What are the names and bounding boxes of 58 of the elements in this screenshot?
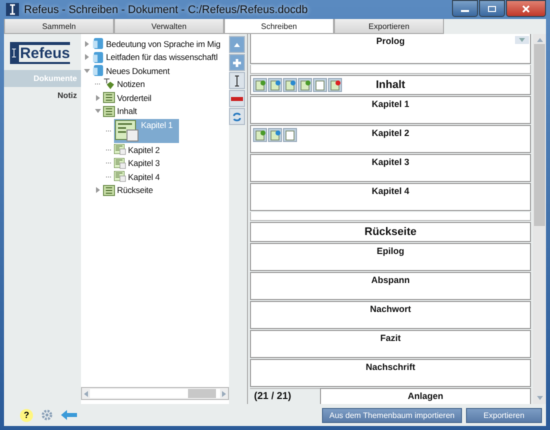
page-counter: (21 / 21) (250, 388, 320, 404)
part-title: Nachschrift (366, 361, 416, 374)
sidebar-item[interactable]: Notiz (4, 87, 81, 104)
tree-item[interactable]: Neues Dokument (92, 64, 172, 78)
section-header[interactable]: Inhalt (250, 75, 531, 95)
part-title: Anlagen (408, 390, 444, 403)
part-title: Fazit (380, 332, 401, 345)
tree-item[interactable]: Kapitel 3 (114, 158, 162, 169)
tree-label: Neues Dokument (106, 66, 170, 76)
document-part[interactable]: Anlagen (320, 388, 531, 404)
part-title: Nachwort (370, 303, 411, 316)
tree-label: Kapitel 3 (128, 158, 160, 168)
tree-label: Rückseite (117, 185, 153, 196)
tree-item[interactable]: Notizen (103, 78, 147, 90)
tree-item[interactable]: Rückseite (103, 184, 155, 196)
part-title: Kapitel 2 (372, 127, 410, 140)
document-part[interactable]: Kapitel 2 (250, 125, 531, 153)
tree-label: Notizen (117, 79, 145, 90)
tree-label: Kapitel 4 (128, 172, 160, 182)
document-part[interactable]: Kapitel 3 (250, 154, 531, 182)
tree-label: Leitfaden für das wissenschaftl (106, 52, 218, 62)
part-title: Kapitel 3 (372, 156, 410, 169)
tree-label: Kapitel 2 (128, 144, 160, 155)
tab[interactable]: Verwalten (114, 19, 224, 34)
tree-item[interactable]: Vorderteil (103, 92, 154, 104)
tree-label: Kapitel 1 (141, 120, 173, 130)
part-title: Kapitel 4 (372, 185, 410, 198)
tree-item[interactable]: Bedeutung von Sprache im Mig (92, 37, 222, 50)
help-button[interactable]: ? (20, 408, 33, 422)
window-title: Refeus - Schreiben - Dokument - C:/Refeus/Refeus.docdb (24, 4, 308, 16)
document-part[interactable]: Fazit (250, 330, 531, 358)
part-title: Prolog (376, 35, 405, 48)
part-title: Kapitel 1 (372, 98, 410, 111)
part-title: Epilog (376, 245, 404, 258)
document-part[interactable]: Kapitel 4 (250, 183, 531, 211)
document-part[interactable]: Kapitel 1 (250, 96, 531, 124)
tree-label: Vorderteil (117, 92, 152, 103)
tree-label: Bedeutung von Sprache im Mig (106, 38, 220, 49)
tree-item[interactable]: Kapitel 4 (114, 171, 162, 182)
document-part[interactable]: Epilog (250, 243, 531, 271)
part-title: Abspann (371, 274, 410, 287)
tree-label: Inhalt (117, 106, 137, 116)
part-title: Rückseite (364, 226, 416, 238)
document-part[interactable]: Nachwort (250, 301, 531, 329)
tab[interactable]: Sammeln (4, 19, 114, 34)
tab[interactable]: Schreiben (224, 19, 334, 34)
section-header[interactable]: Rückseite (250, 222, 531, 242)
action-button[interactable]: Aus dem Themenbaum importieren (322, 408, 462, 422)
document-part[interactable]: Nachschrift (250, 359, 531, 387)
logo: Refeus (10, 42, 70, 64)
tree-item[interactable]: Leitfaden für das wissenschaftl (92, 50, 220, 64)
action-button[interactable]: Exportieren (466, 408, 542, 422)
tree-item[interactable]: Kapitel 2 (114, 144, 162, 156)
document-part[interactable]: Abspann (250, 272, 531, 300)
document-part[interactable]: Prolog (250, 34, 531, 64)
part-title: Inhalt (376, 79, 406, 91)
tree-item[interactable]: Inhalt (103, 106, 139, 117)
tab[interactable]: Exportieren (334, 19, 444, 34)
